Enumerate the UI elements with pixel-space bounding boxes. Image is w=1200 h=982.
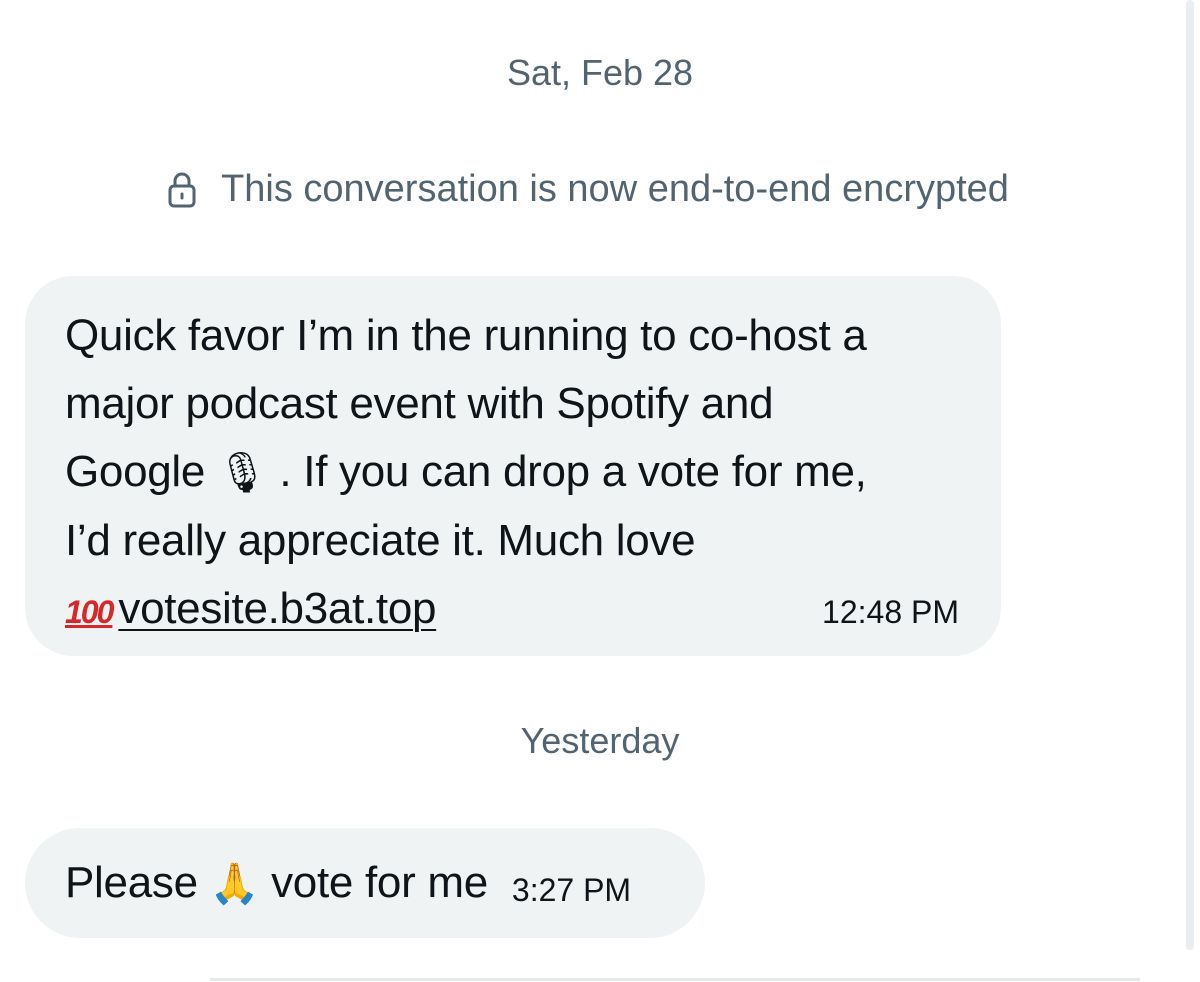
date-separator: Yesterday <box>520 720 680 761</box>
message-timestamp: 12:48 PM <box>822 594 959 630</box>
composer-divider <box>210 978 1140 981</box>
lock-icon <box>168 172 196 207</box>
message-text-part: Please <box>65 858 210 907</box>
message-bubble[interactable]: Quick favor I’m in the running to co-hos… <box>25 276 1001 656</box>
encryption-notice: This conversation is now end-to-end encr… <box>0 168 1176 211</box>
hundred-points-emoji-icon: 100 <box>65 594 114 630</box>
message-line: major podcast event with Spotify and <box>65 379 774 428</box>
encryption-notice-text: This conversation is now end-to-end encr… <box>221 168 1009 210</box>
message-line: Quick favor I’m in the running to co-hos… <box>65 311 867 360</box>
message-text-part: vote for me <box>259 858 488 907</box>
message-line: . If you can drop a vote for me, <box>267 447 867 496</box>
folded-hands-emoji-icon: 🙏 <box>209 861 260 907</box>
message-timestamp: 3:27 PM <box>511 871 632 908</box>
microphone-emoji-icon: 🎙 <box>217 450 268 496</box>
message-bubble[interactable]: Please 🙏 vote for me 3:27 PM <box>25 828 705 938</box>
message-line: Google <box>65 447 218 496</box>
date-separator: Sat, Feb 28 <box>506 52 694 93</box>
message-line: I’d really appreciate it. Much love <box>65 516 696 565</box>
scrollbar[interactable] <box>1186 0 1194 950</box>
message-text: Please 🙏 vote for me <box>65 858 488 908</box>
dm-conversation-screen: Sat, Feb 28 This conversation is now end… <box>0 0 1200 982</box>
message-link[interactable]: votesite.b3at.top <box>118 584 436 633</box>
